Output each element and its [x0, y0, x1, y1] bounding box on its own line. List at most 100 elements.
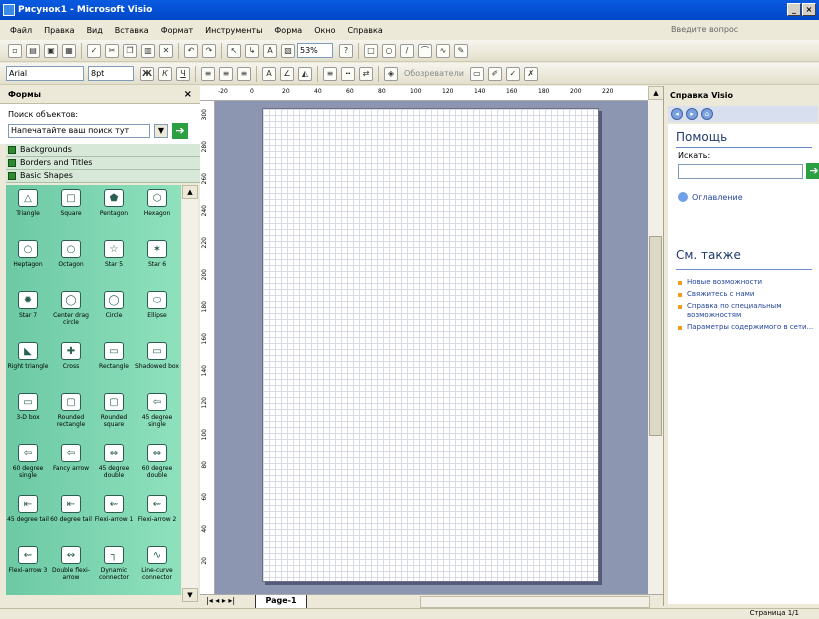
align-right-icon[interactable]: ≡ — [237, 66, 251, 81]
shape-master-right-triangle[interactable]: ◣ Right triangle — [6, 338, 50, 370]
stencil-backgrounds[interactable]: Backgrounds — [6, 144, 200, 157]
shape-master-dynamic-connector[interactable]: ┐ Dynamic connector — [92, 542, 136, 581]
shape-master-rectangle[interactable]: ▭ Rectangle — [92, 338, 136, 370]
shape-master-star-6[interactable]: ✶ Star 6 — [135, 236, 179, 268]
shape-master-star-5[interactable]: ☆ Star 5 — [92, 236, 136, 268]
stencil-borders-and-titles[interactable]: Borders and Titles — [6, 157, 200, 170]
help-link[interactable]: Свяжитесь с нами — [678, 290, 818, 299]
text-tool-icon[interactable]: A — [263, 43, 277, 58]
search-go-icon[interactable]: ➔ — [806, 163, 819, 179]
shape-search-input[interactable]: Напечатайте ваш поиск тут — [8, 124, 150, 138]
pencil-tool-icon[interactable]: ✎ — [454, 43, 468, 58]
close-button[interactable]: × — [802, 3, 816, 16]
help-link[interactable]: Справка по специальным возможностям — [678, 302, 818, 320]
shape-master-cross[interactable]: ✚ Cross — [49, 338, 93, 370]
horizontal-scrollbar[interactable] — [420, 596, 650, 608]
shape-master-flexi-arrow-1[interactable]: ⇜ Flexi-arrow 1 — [92, 491, 136, 523]
spelling-icon[interactable]: ✓ — [87, 43, 101, 58]
help-icon[interactable]: ? — [339, 43, 353, 58]
toc-link[interactable]: Оглавление — [678, 192, 743, 202]
print-icon[interactable]: ▦ — [62, 43, 76, 58]
line-weight-icon[interactable]: ≡ — [323, 66, 337, 81]
copy-icon[interactable]: ❐ — [123, 43, 137, 58]
shape-master-octagon[interactable]: ○ Octagon — [49, 236, 93, 268]
home-icon[interactable]: ⌂ — [701, 108, 713, 120]
font-size-select[interactable]: 8pt — [88, 66, 134, 81]
shape-master-line-curve-connector[interactable]: ∿ Line-curve connector — [135, 542, 179, 581]
pointer-tool-icon[interactable]: ↖ — [227, 43, 241, 58]
markup-icon[interactable]: ✐ — [487, 66, 502, 81]
font-select[interactable]: Arial — [6, 66, 84, 81]
shape-master-60-degree-tail[interactable]: ⇤ 60 degree tail — [49, 491, 93, 523]
shapes-window-icon[interactable]: ▧ — [281, 43, 295, 58]
ellipse-tool-icon[interactable]: ○ — [382, 43, 396, 58]
drawing-page[interactable] — [262, 108, 599, 582]
undo-icon[interactable]: ↶ — [184, 43, 198, 58]
rectangle-tool-icon[interactable]: □ — [364, 43, 378, 58]
new-icon[interactable]: ▫ — [8, 43, 22, 58]
shape-master-circle[interactable]: ◯ Circle — [92, 287, 136, 319]
scroll-up-icon[interactable]: ▲ — [648, 86, 664, 100]
tab-page-1[interactable]: Page-1 — [255, 595, 307, 609]
open-icon[interactable]: ▤ — [26, 43, 40, 58]
connector-tool-icon[interactable]: ↳ — [245, 43, 259, 58]
shape-master-45-degree-tail[interactable]: ⇤ 45 degree tail — [6, 491, 50, 523]
redo-icon[interactable]: ↷ — [202, 43, 216, 58]
shape-master-star-7[interactable]: ✹ Star 7 — [6, 287, 50, 319]
shape-master-double-flexi-arrow[interactable]: ↭ Double flexi-arrow — [49, 542, 93, 581]
menu-edit[interactable]: Правка — [38, 26, 80, 35]
bold-button[interactable]: Ж — [140, 66, 154, 81]
scroll-up-icon[interactable]: ▲ — [182, 185, 198, 199]
shape-master-flexi-arrow-3[interactable]: ⇜ Flexi-arrow 3 — [6, 542, 50, 574]
align-left-icon[interactable]: ≡ — [201, 66, 215, 81]
scroll-thumb[interactable] — [649, 236, 662, 436]
shape-master-hexagon[interactable]: ⬡ Hexagon — [135, 185, 179, 217]
accept-icon[interactable]: ✓ — [505, 66, 520, 81]
cut-icon[interactable]: ✂ — [105, 43, 119, 58]
close-icon[interactable]: × — [184, 89, 192, 100]
back-icon[interactable]: ◂ — [671, 108, 683, 120]
menu-format[interactable]: Формат — [155, 26, 199, 35]
menu-help[interactable]: Справка — [341, 26, 388, 35]
minimize-button[interactable]: _ — [787, 3, 801, 16]
menu-insert[interactable]: Вставка — [109, 26, 155, 35]
reviewers-menu[interactable]: Обозреватели — [404, 69, 464, 78]
shape-master-ellipse[interactable]: ⬭ Ellipse — [135, 287, 179, 319]
menu-view[interactable]: Вид — [81, 26, 109, 35]
comment-icon[interactable]: ▭ — [469, 66, 484, 81]
scroll-down-icon[interactable]: ▼ — [182, 588, 198, 602]
menu-window[interactable]: Окно — [308, 26, 341, 35]
save-icon[interactable]: ▣ — [44, 43, 58, 58]
fill-color-icon[interactable]: ◭ — [298, 66, 312, 81]
shape-master-45-degree-double[interactable]: ⇔ 45 degree double — [92, 440, 136, 479]
stencil-basic-shapes[interactable]: Basic Shapes — [6, 170, 200, 183]
paste-icon[interactable]: ▥ — [141, 43, 155, 58]
freeform-tool-icon[interactable]: ∿ — [436, 43, 450, 58]
shape-master-3-d-box[interactable]: ▭ 3-D box — [6, 389, 50, 421]
shape-master-60-degree-single[interactable]: ⇦ 60 degree single — [6, 440, 50, 479]
delete-icon[interactable]: ✕ — [159, 43, 173, 58]
line-ends-icon[interactable]: ⇄ — [359, 66, 373, 81]
search-go-icon[interactable]: ➔ — [172, 123, 188, 139]
shape-master-60-degree-double[interactable]: ⇔ 60 degree double — [135, 440, 179, 479]
help-link[interactable]: Параметры содержимого в сети... — [678, 323, 818, 332]
zoom-select[interactable]: 53% — [297, 43, 333, 58]
shape-master-flexi-arrow-2[interactable]: ⇜ Flexi-arrow 2 — [135, 491, 179, 523]
shape-master-triangle[interactable]: △ Triangle — [6, 185, 50, 217]
arc-tool-icon[interactable]: ⌒ — [418, 43, 432, 58]
line-tool-icon[interactable]: / — [400, 43, 414, 58]
shape-master-shadowed-box[interactable]: ▭ Shadowed box — [135, 338, 179, 370]
page-nav-icons[interactable]: |◂ ◂ ▸ ▸| — [206, 596, 235, 605]
menu-tools[interactable]: Инструменты — [199, 26, 268, 35]
shape-master-center-drag-circle[interactable]: ◯ Center drag circle — [49, 287, 93, 326]
menu-file[interactable]: Файл — [4, 26, 38, 35]
vertical-scrollbar[interactable]: ▲ — [648, 86, 664, 594]
underline-button[interactable]: Ч — [176, 66, 190, 81]
italic-button[interactable]: К — [158, 66, 172, 81]
reviewer-icon[interactable]: ◈ — [384, 66, 398, 81]
reject-icon[interactable]: ✗ — [523, 66, 538, 81]
font-color-icon[interactable]: A — [262, 66, 276, 81]
align-center-icon[interactable]: ≡ — [219, 66, 233, 81]
shape-master-rounded-rectangle[interactable]: ▢ Rounded rectangle — [49, 389, 93, 428]
menu-shape[interactable]: Форма — [268, 26, 308, 35]
